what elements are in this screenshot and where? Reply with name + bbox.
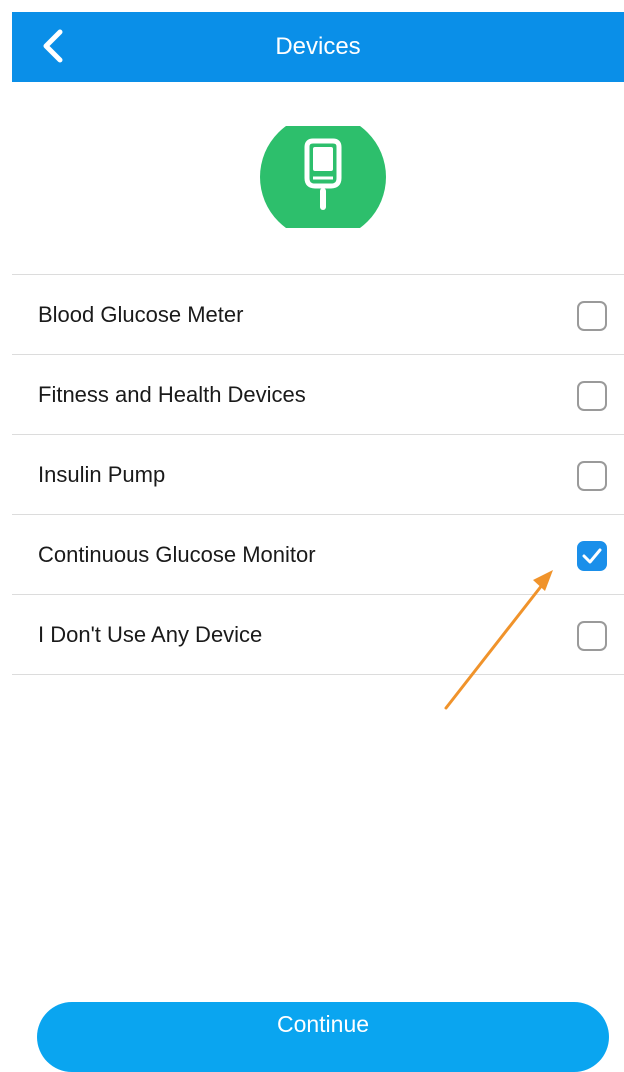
device-option-insulin-pump[interactable]: Insulin Pump [12,435,624,514]
top-nav-bar: Devices [12,12,624,82]
device-option-label: Blood Glucose Meter [38,302,244,327]
device-checkbox[interactable] [577,461,607,491]
device-checkbox[interactable] [577,301,607,331]
device-checkbox[interactable] [577,381,607,411]
device-badge [260,114,386,240]
chevron-left-icon [43,29,63,63]
device-option-fitness-health[interactable]: Fitness and Health Devices [12,355,624,434]
back-button[interactable] [32,24,76,68]
device-option-label: I Don't Use Any Device [38,622,263,647]
device-option-blood-glucose-meter[interactable]: Blood Glucose Meter [12,275,624,354]
device-option-label: Continuous Glucose Monitor [38,542,316,567]
device-option-none[interactable]: I Don't Use Any Device [12,595,624,674]
device-checkbox[interactable] [577,621,607,651]
checkmark-icon [582,548,602,564]
device-checkbox[interactable] [577,541,607,571]
device-option-label: Fitness and Health Devices [38,382,306,407]
divider [12,674,624,675]
device-list: Blood Glucose Meter Fitness and Health D… [12,274,624,675]
device-option-label: Insulin Pump [38,462,166,487]
continue-button[interactable]: Continue [37,1002,609,1072]
glucose-meter-icon [260,114,386,240]
page-title: Devices [275,33,361,60]
device-option-cgm[interactable]: Continuous Glucose Monitor [12,515,624,594]
continue-button-label: Continue [276,1011,370,1037]
